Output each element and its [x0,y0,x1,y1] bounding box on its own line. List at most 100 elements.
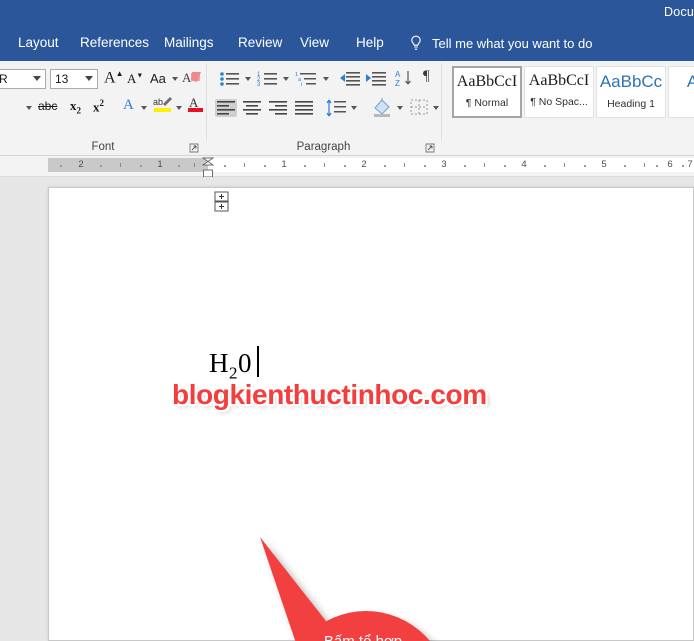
style-normal[interactable]: AaBbCcI ¶ Normal [452,66,522,118]
horizontal-ruler[interactable]: 2 1 1 2 3 4 5 6 7 [48,157,694,178]
style-sample: AaB [686,72,694,91]
text-effects-icon[interactable]: A [123,97,134,114]
chevron-down-icon[interactable] [176,106,182,110]
ruler-number: 1 [281,159,287,170]
ruler-bar: 2 1 1 2 3 4 5 6 7 [0,156,694,178]
tab-mailings[interactable]: Mailings [164,35,214,50]
text-highlight-color-icon[interactable]: ab [152,95,174,115]
svg-text:A: A [182,70,192,85]
svg-text:ab: ab [153,97,163,107]
indent-markers-icon[interactable] [202,157,214,179]
chevron-down-icon[interactable] [245,77,251,81]
svg-text:Z: Z [395,79,400,88]
bullets-icon[interactable] [219,70,241,88]
tab-view[interactable]: View [300,35,329,50]
multilevel-list-icon[interactable]: 1 a i [295,70,319,88]
ruler-number: 2 [361,159,367,170]
align-right-icon[interactable] [267,99,289,117]
font-name-value: R [0,72,8,86]
tab-review[interactable]: Review [238,35,282,50]
style-name: ¶ Normal [465,97,509,109]
svg-text:3: 3 [257,82,261,88]
table-move-handle-icon[interactable] [213,191,231,213]
style-heading-2[interactable]: AaB Hea [668,66,694,118]
svg-text:i: i [301,82,302,88]
align-center-icon[interactable] [241,99,263,117]
style-name: Heading 1 [607,98,655,110]
sort-icon[interactable]: A Z [395,69,415,89]
callout-text: Bấm tổ hợp phím Ctrl + = để con trỏ chuộ… [280,629,446,641]
change-case-icon[interactable]: Aa [150,71,166,86]
callout-bubble [260,537,430,641]
ruler-number: 6 [667,159,673,170]
line-spacing-icon[interactable] [325,98,347,118]
svg-text:A: A [395,70,401,79]
increase-indent-icon[interactable] [365,70,387,88]
style-sample: AaBbCс [599,72,663,91]
font-dialog-launcher[interactable] [189,143,199,153]
chevron-down-icon[interactable] [433,106,439,110]
chevron-down-icon[interactable] [172,77,178,81]
font-group-label: Font [91,141,115,153]
justify-icon[interactable] [293,99,315,117]
tab-references[interactable]: References [80,35,149,50]
clear-formatting-icon[interactable]: A [182,69,202,87]
font-color-icon[interactable]: A [186,95,206,115]
ruler-left-margin [48,158,208,172]
paragraph-dialog-launcher[interactable] [425,143,435,153]
paragraph-group: 1 2 3 1 a i A Z ¶ Paragraph [207,61,440,155]
ribbon-tab-strip: Layout References Mailings Review View H… [0,26,694,61]
ribbon: R 13 A▲ A▼ Aa A abc x2 x2 A ab A Font 1 … [0,61,694,156]
font-group: R 13 A▲ A▼ Aa A abc x2 x2 A ab A Font [0,61,206,155]
chevron-down-icon[interactable] [397,106,403,110]
superscript-icon[interactable]: x2 [93,98,104,115]
borders-icon[interactable] [409,98,429,116]
grow-font-icon[interactable]: A▲ [104,69,123,87]
tab-help[interactable]: Help [356,35,384,50]
font-name-combobox[interactable]: R [0,69,46,89]
style-sample: AaBbCcI [456,73,518,90]
ruler-number: 7 [687,159,693,170]
chevron-down-icon[interactable] [283,77,289,81]
style-name: ¶ No Spac... [530,96,588,108]
doc-text-prefix: H [209,348,229,378]
styles-gallery: AaBbCcI ¶ Normal AaBbCcI ¶ No Spac... Aa… [444,61,694,155]
tab-layout[interactable]: Layout [18,35,59,50]
subscript-icon[interactable]: x2 [70,98,81,116]
ruler-number: 5 [601,159,607,170]
word-window: Docu Layout References Mailings Review V… [0,0,694,641]
chevron-down-icon [33,76,41,81]
chevron-down-icon[interactable] [26,106,32,110]
numbering-icon[interactable]: 1 2 3 [257,70,279,88]
show-formatting-marks-icon[interactable]: ¶ [423,68,430,85]
doc-text-suffix: 0 [238,348,252,378]
tell-me-input[interactable]: Tell me what you want to do [432,36,592,51]
title-bar: Docu [0,0,694,26]
ruler-number: 1 [157,159,163,170]
font-size-value: 13 [55,72,69,86]
chevron-down-icon[interactable] [351,106,357,110]
strikethrough-icon[interactable]: abc [38,99,57,113]
ruler-number: 3 [441,159,447,170]
decrease-indent-icon[interactable] [339,70,361,88]
ruler-number: 4 [521,159,527,170]
style-no-spacing[interactable]: AaBbCcI ¶ No Spac... [524,66,594,118]
font-size-combobox[interactable]: 13 [50,69,98,89]
document-area: H20 blogkienthuctinhoc.com Bấm tổ hợp ph… [0,177,694,641]
chevron-down-icon [85,76,93,81]
text-cursor [257,346,259,377]
document-title: Docu [664,5,694,19]
chevron-down-icon[interactable] [323,77,329,81]
svg-text:A: A [189,95,199,110]
site-watermark: blogkienthuctinhoc.com [172,379,487,410]
chevron-down-icon[interactable] [141,106,147,110]
style-heading-1[interactable]: AaBbCс Heading 1 [596,66,666,118]
style-sample: AaBbCcI [528,72,590,89]
ruler-number: 2 [78,159,84,170]
paragraph-group-label: Paragraph [296,141,351,153]
align-left-icon[interactable] [215,99,237,117]
style-name: Hea [669,98,694,110]
shading-icon[interactable] [371,97,393,117]
lightbulb-icon[interactable] [408,35,424,53]
shrink-font-icon[interactable]: A▼ [127,71,143,87]
